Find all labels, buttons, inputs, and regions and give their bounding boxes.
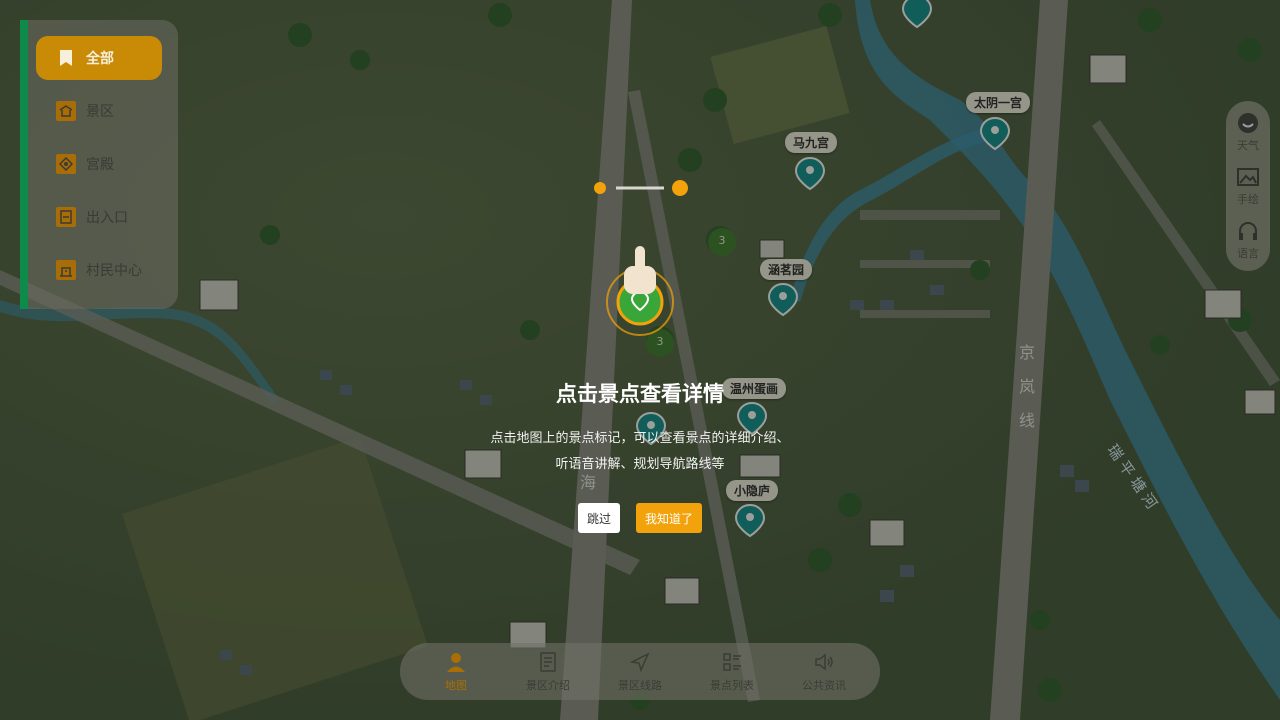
- handdrawn-toggle[interactable]: 手绘: [1226, 165, 1270, 207]
- sidebar-item-palace[interactable]: 宫殿: [36, 142, 162, 186]
- category-sidebar: 全部 景区 宫殿 出入口 村民中心: [20, 20, 178, 309]
- pointing-hand-icon: [624, 246, 656, 294]
- sidebar-item-label: 全部: [86, 51, 114, 67]
- sidebar-item-scenic[interactable]: 景区: [36, 89, 162, 133]
- sidebar-item-gate[interactable]: 出入口: [36, 195, 162, 239]
- nav-scenic-route[interactable]: 景区线路: [594, 651, 686, 693]
- bookmark-icon: [56, 48, 76, 68]
- step-dot-current: [672, 180, 688, 196]
- voice-button[interactable]: 语言: [1226, 219, 1270, 261]
- nav-label: 景区线路: [618, 679, 662, 692]
- headphones-icon: [1236, 219, 1260, 243]
- nav-scenic-intro[interactable]: 景区介绍: [502, 651, 594, 693]
- scenic-icon: [56, 101, 76, 121]
- guide-title: 点击景点查看详情: [556, 382, 724, 406]
- navigation-icon: [629, 651, 651, 673]
- weather-button[interactable]: 天气: [1226, 111, 1270, 153]
- skip-button[interactable]: 跳过: [578, 503, 620, 533]
- got-it-button[interactable]: 我知道了: [636, 503, 702, 533]
- document-icon: [537, 651, 559, 673]
- nav-label: 公共资讯: [802, 679, 846, 692]
- nav-public-info[interactable]: 公共资讯: [778, 651, 870, 693]
- nav-spot-list[interactable]: 景点列表: [686, 651, 778, 693]
- sidebar-item-label: 出入口: [86, 210, 128, 226]
- nav-label: 地图: [445, 679, 467, 692]
- sidebar-item-all[interactable]: 全部: [36, 36, 162, 80]
- guide-description: 点击地图上的景点标记，可以查看景点的详细介绍、: [490, 431, 790, 446]
- village-icon: [56, 260, 76, 280]
- guide-spotlight: [606, 246, 674, 336]
- image-icon: [1236, 165, 1260, 189]
- person-icon: [445, 651, 467, 673]
- gate-icon: [56, 207, 76, 227]
- tool-label: 语言: [1237, 247, 1259, 260]
- sidebar-item-label: 景区: [86, 104, 114, 120]
- nav-label: 景区介绍: [526, 679, 570, 692]
- nav-map[interactable]: 地图: [410, 651, 502, 693]
- guide-overlay[interactable]: [0, 0, 1280, 720]
- bottom-nav: 地图 景区介绍 景区线路 景点列表 公共资讯: [400, 643, 880, 700]
- guide-description: 听语音讲解、规划导航路线等: [555, 457, 725, 472]
- nav-label: 景点列表: [710, 679, 754, 692]
- speaker-icon: [813, 651, 835, 673]
- map-tools: 天气 手绘 语言: [1226, 101, 1270, 271]
- sidebar-item-label: 宫殿: [86, 157, 114, 173]
- sidebar-item-label: 村民中心: [86, 263, 142, 279]
- sidebar-item-village[interactable]: 村民中心: [36, 248, 162, 292]
- tool-label: 手绘: [1237, 193, 1259, 206]
- palace-icon: [56, 154, 76, 174]
- step-dot: [594, 182, 606, 194]
- weather-icon: [1236, 111, 1260, 135]
- tool-label: 天气: [1237, 139, 1259, 152]
- guide-step-indicator: [594, 180, 688, 196]
- list-icon: [721, 651, 743, 673]
